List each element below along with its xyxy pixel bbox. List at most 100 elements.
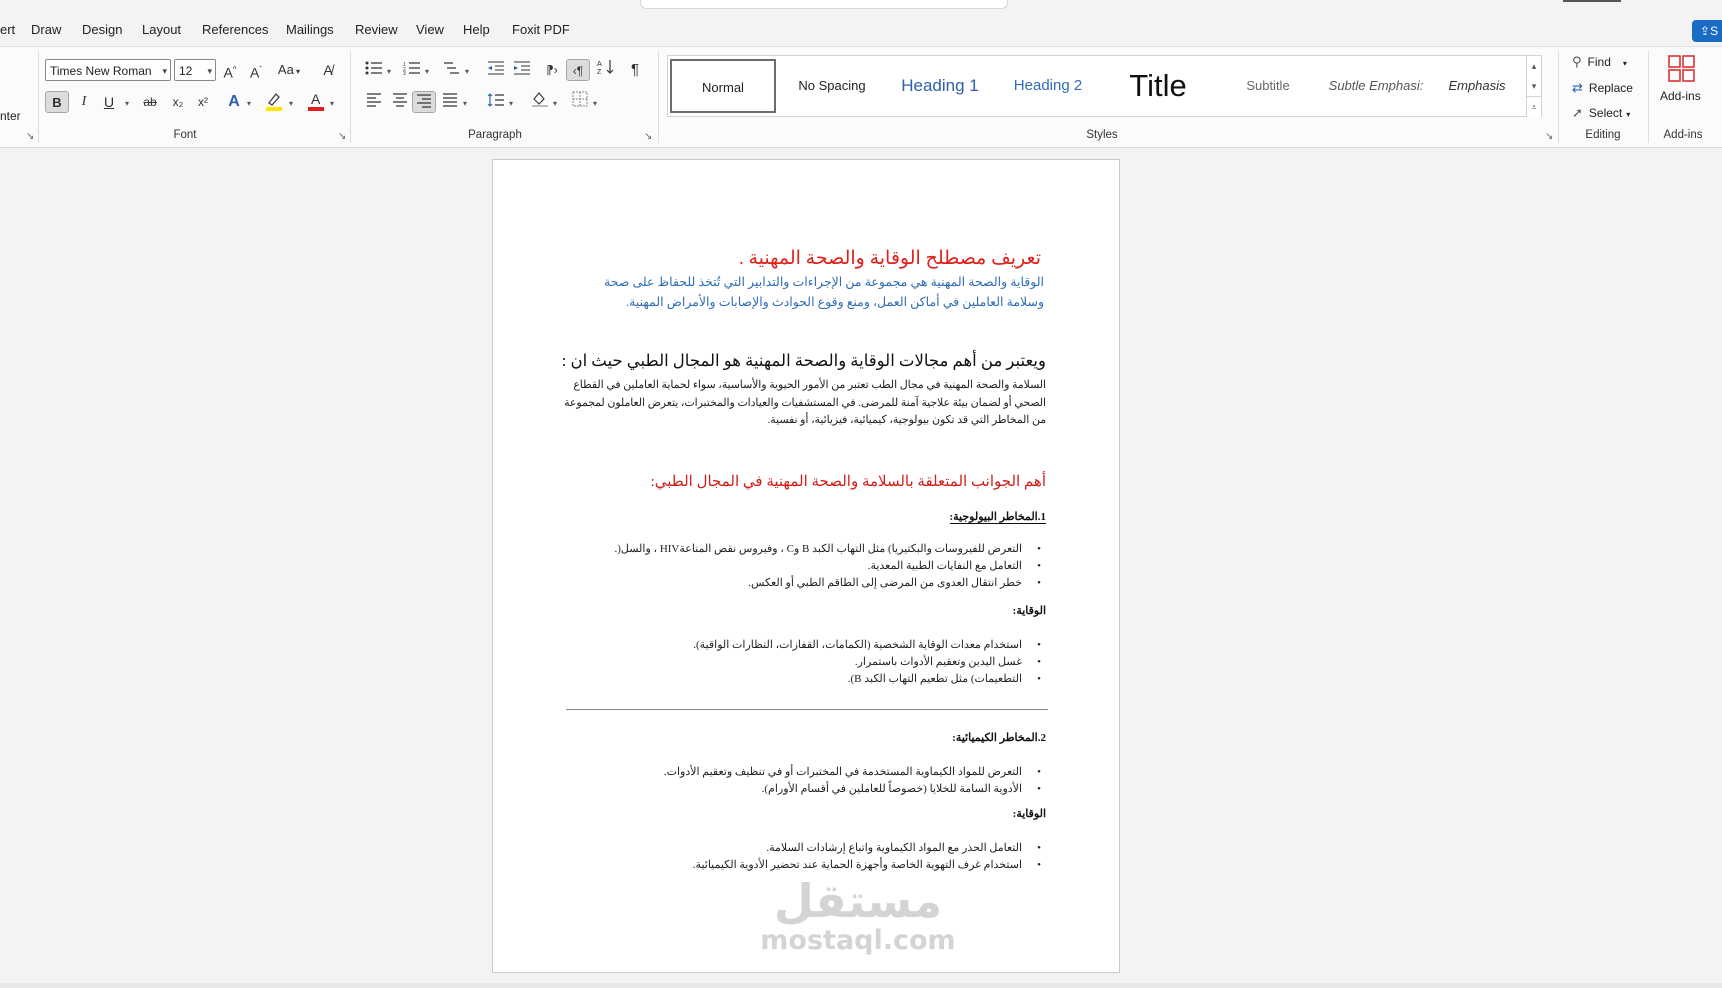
align-right-icon[interactable] bbox=[412, 91, 436, 113]
shrink-font-icon[interactable]: Aˇ bbox=[244, 59, 268, 81]
style-emphasis[interactable]: Emphasis bbox=[1432, 59, 1522, 113]
add-ins-button-label[interactable]: Add-ins bbox=[1660, 89, 1701, 103]
svg-text:A: A bbox=[311, 91, 321, 107]
tab-review[interactable]: Review bbox=[355, 22, 398, 37]
replace-icon: ⇄ bbox=[1572, 80, 1583, 95]
paragraph-dialog-launcher-icon[interactable]: ↘ bbox=[644, 131, 652, 142]
tab-draw[interactable]: Draw bbox=[31, 22, 61, 37]
find-button[interactable]: ⚲ Find ▾ bbox=[1572, 52, 1627, 72]
list-item: التعرض للمواد الكيماوية المستخدمة في الم… bbox=[574, 764, 1041, 781]
increase-indent-icon[interactable] bbox=[510, 59, 534, 81]
tab-view[interactable]: View bbox=[416, 22, 444, 37]
multilevel-list-icon[interactable] bbox=[440, 59, 464, 81]
numbering-icon[interactable]: 123 bbox=[400, 59, 424, 81]
rtl-direction-icon[interactable]: ‹¶ bbox=[566, 59, 590, 81]
menu-bar: ert Draw Design Layout References Mailin… bbox=[0, 0, 1722, 46]
chevron-down-icon[interactable]: ▾ bbox=[465, 67, 469, 76]
underline-button[interactable]: U bbox=[97, 91, 121, 113]
font-name-combo[interactable]: Times New Roman ▾ bbox=[45, 59, 171, 81]
style-normal[interactable]: Normal bbox=[670, 59, 776, 113]
tab-design[interactable]: Design bbox=[82, 22, 122, 37]
chevron-up-icon[interactable]: ▴ bbox=[1526, 56, 1541, 76]
select-button[interactable]: ➚ Select ▾ bbox=[1572, 103, 1630, 123]
document-page[interactable]: تعريف مصطلح الوقاية والصحة المهنية . الو… bbox=[492, 159, 1120, 973]
font-color-icon[interactable]: A bbox=[304, 91, 328, 113]
chevron-down-icon[interactable]: ▾ bbox=[593, 99, 597, 108]
chevron-down-icon[interactable]: ▾ bbox=[330, 99, 334, 108]
style-heading-2[interactable]: Heading 2 bbox=[996, 59, 1100, 113]
sort-icon[interactable]: AZ bbox=[594, 59, 618, 81]
ltr-direction-icon[interactable]: ⁋› bbox=[540, 59, 564, 81]
highlight-color-icon[interactable] bbox=[262, 91, 286, 113]
style-no-spacing[interactable]: No Spacing bbox=[780, 59, 884, 113]
grow-font-icon[interactable]: A^ bbox=[218, 59, 242, 81]
chevron-down-icon[interactable]: ▾ bbox=[463, 99, 467, 108]
italic-button[interactable]: I bbox=[72, 91, 96, 113]
tab-mailings[interactable]: Mailings bbox=[286, 22, 334, 37]
chevron-down-icon[interactable]: ▾ bbox=[509, 99, 513, 108]
status-bar-edge bbox=[0, 983, 1722, 988]
change-case-button[interactable]: Aa ▾ bbox=[274, 59, 304, 81]
svg-text:A: A bbox=[597, 61, 602, 68]
list-item: التعامل الحذر مع المواد الكيماوية واتباع… bbox=[574, 840, 1041, 857]
horizontal-rule bbox=[566, 709, 1048, 710]
style-subtle-emphasis[interactable]: Subtle Emphasi: bbox=[1322, 59, 1430, 113]
replace-button[interactable]: ⇄ Replace bbox=[1572, 78, 1633, 98]
bullets-icon[interactable] bbox=[362, 59, 386, 81]
shading-icon[interactable] bbox=[528, 91, 552, 113]
clipboard-launcher-icon[interactable]: ↘ bbox=[26, 131, 34, 142]
list-item: التعامل مع النفايات الطبية المعدية. bbox=[574, 558, 1041, 575]
list-item: خطر انتقال العدوى من المرضى إلى الطاقم ا… bbox=[574, 575, 1041, 592]
chevron-down-icon[interactable]: ▾ bbox=[425, 67, 429, 76]
bold-button[interactable]: B bbox=[45, 91, 69, 113]
chevron-down-icon: ▾ bbox=[1622, 59, 1627, 68]
format-painter-label[interactable]: nter bbox=[0, 109, 21, 123]
style-title[interactable]: Title bbox=[1102, 59, 1214, 113]
chevron-down-icon: ▾ bbox=[1626, 110, 1631, 119]
show-formatting-marks-icon[interactable]: ¶ bbox=[623, 59, 647, 81]
font-group-label: Font bbox=[173, 129, 197, 141]
chevron-down-icon[interactable]: ▾ bbox=[125, 99, 129, 108]
ribbon: nter ↘ Times New Roman ▾ 12 ▾ A^ Aˇ Aa ▾… bbox=[0, 46, 1722, 148]
borders-icon[interactable] bbox=[568, 91, 592, 113]
list-item: استخدام معدات الوقاية الشخصية (الكمامات،… bbox=[574, 637, 1041, 654]
align-center-icon[interactable] bbox=[388, 91, 412, 113]
superscript-button[interactable]: x² bbox=[191, 91, 215, 113]
tab-references[interactable]: References bbox=[202, 22, 268, 37]
chevron-down-icon[interactable]: ▾ bbox=[1526, 76, 1541, 96]
aspects-heading: أهم الجوانب المتعلقة بالسلامة والصحة الم… bbox=[650, 474, 1046, 490]
decrease-indent-icon[interactable] bbox=[484, 59, 508, 81]
line-spacing-icon[interactable] bbox=[484, 91, 508, 113]
tab-insert[interactable]: ert bbox=[0, 22, 15, 37]
prevention-heading-2: الوقاية: bbox=[1012, 808, 1046, 820]
clear-formatting-icon[interactable]: A̸ bbox=[316, 59, 340, 81]
font-dialog-launcher-icon[interactable]: ↘ bbox=[338, 131, 346, 142]
tab-foxit-pdf[interactable]: Foxit PDF bbox=[512, 22, 570, 37]
more-styles-icon[interactable]: ⩡ bbox=[1526, 96, 1541, 117]
text-effects-icon[interactable]: A bbox=[222, 91, 246, 113]
definition-paragraph: الوقاية والصحة المهنية هي مجموعة من الإج… bbox=[603, 275, 1044, 309]
tab-help[interactable]: Help bbox=[463, 22, 490, 37]
chevron-down-icon[interactable]: ▾ bbox=[289, 99, 293, 108]
font-size-combo[interactable]: 12 ▾ bbox=[174, 59, 216, 81]
style-heading-1[interactable]: Heading 1 bbox=[886, 59, 994, 113]
justify-icon[interactable] bbox=[438, 91, 462, 113]
share-icon: ⇪ bbox=[1700, 24, 1711, 38]
align-left-icon[interactable] bbox=[362, 91, 386, 113]
prevention-heading-1: الوقاية: bbox=[1012, 605, 1046, 617]
medical-paragraph: السلامة والصحة المهنية في مجال الطب تعتب… bbox=[564, 379, 1046, 426]
cursor-icon: ➚ bbox=[1572, 105, 1583, 120]
add-ins-icon[interactable] bbox=[1668, 55, 1696, 83]
style-subtitle[interactable]: Subtitle bbox=[1216, 59, 1320, 113]
subscript-button[interactable]: x₂ bbox=[166, 91, 190, 113]
strikethrough-button[interactable]: ab bbox=[138, 91, 162, 113]
chevron-down-icon[interactable]: ▾ bbox=[387, 67, 391, 76]
chevron-down-icon[interactable]: ▾ bbox=[247, 99, 251, 108]
chemical-prevention-list: التعامل الحذر مع المواد الكيماوية واتباع… bbox=[574, 840, 1044, 874]
styles-dialog-launcher-icon[interactable]: ↘ bbox=[1545, 131, 1553, 142]
biological-risks-heading: 1.المخاطر البيولوجية: bbox=[949, 511, 1046, 524]
chevron-down-icon[interactable]: ▾ bbox=[553, 99, 557, 108]
title-search-box[interactable] bbox=[640, 0, 1008, 9]
tab-layout[interactable]: Layout bbox=[142, 22, 181, 37]
share-button[interactable]: ⇪S bbox=[1692, 20, 1722, 42]
